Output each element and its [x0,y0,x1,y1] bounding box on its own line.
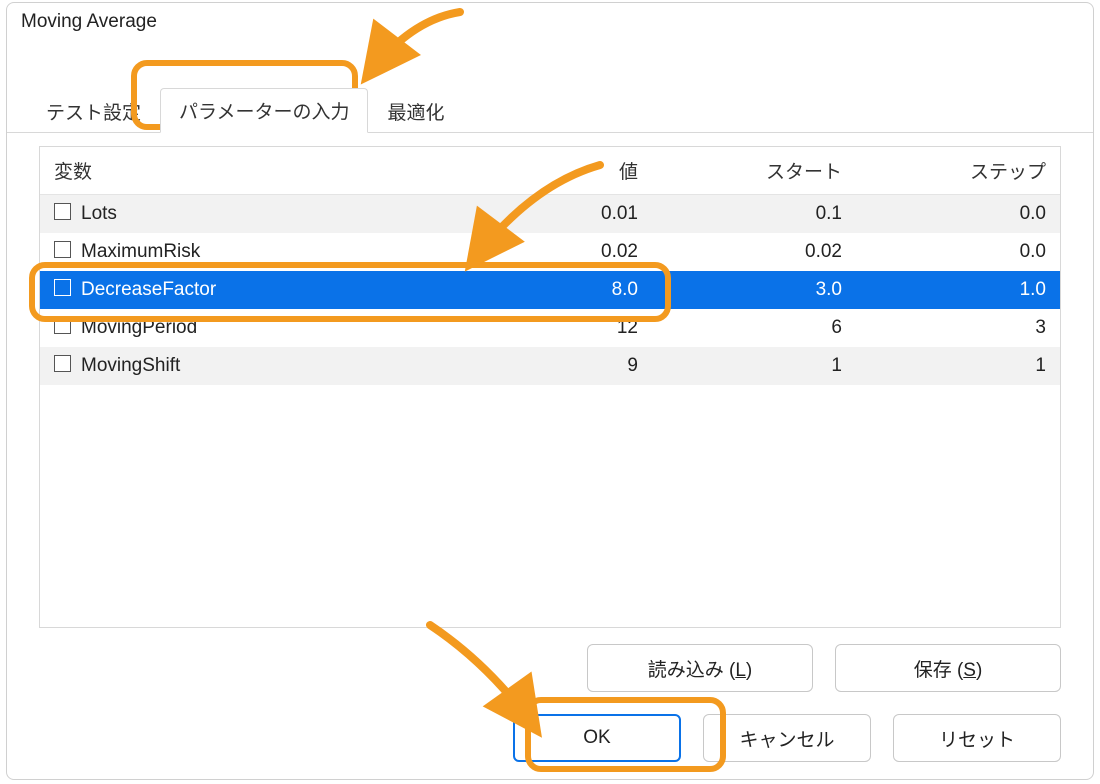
cell-value[interactable]: 8.0 [448,271,652,309]
variable-name: DecreaseFactor [81,279,216,300]
tab-parameter-input[interactable]: パラメーターの入力 [160,88,368,133]
cell-value[interactable]: 0.01 [448,195,652,234]
col-start[interactable]: スタート [652,147,856,195]
variable-name: MaximumRisk [81,241,200,262]
cell-step[interactable]: 1 [856,347,1060,385]
cell-start[interactable]: 1 [652,347,856,385]
cell-variable[interactable]: MovingShift [40,347,448,385]
cell-value[interactable]: 9 [448,347,652,385]
table-row[interactable]: DecreaseFactor 8.03.01.0 [40,271,1060,309]
cell-variable[interactable]: Lots [40,195,448,234]
parameters-table-container: 変数 値 スタート ステップ Lots0.010.10.0MaximumRisk… [39,146,1061,628]
reset-button[interactable]: リセット [893,714,1061,762]
table-row[interactable]: MovingPeriod 1263 [40,309,1060,347]
variable-name: Lots [81,203,117,224]
cell-start[interactable]: 3.0 [652,271,856,309]
cell-start[interactable]: 6 [652,309,856,347]
load-button[interactable]: 読み込み (L) [587,644,813,692]
button-row-top: 読み込み (L) 保存 (S) [587,644,1061,692]
parameters-table[interactable]: 変数 値 スタート ステップ Lots0.010.10.0MaximumRisk… [40,147,1060,385]
col-variable[interactable]: 変数 [40,147,448,195]
checkbox-icon[interactable] [54,317,71,334]
save-button-label: 保存 (S) [914,655,983,682]
cell-step[interactable]: 0.0 [856,195,1060,234]
table-row[interactable]: MovingShift911 [40,347,1060,385]
cell-step[interactable]: 1.0 [856,271,1060,309]
variable-name: MovingPeriod [81,317,197,338]
cell-start[interactable]: 0.1 [652,195,856,234]
cell-value[interactable]: 0.02 [448,233,652,271]
window-title: Moving Average [7,3,1093,37]
ok-button[interactable]: OK [513,714,681,762]
checkbox-icon[interactable] [54,241,71,258]
cell-step[interactable]: 0.0 [856,233,1060,271]
table-row[interactable]: MaximumRisk0.020.020.0 [40,233,1060,271]
col-step[interactable]: ステップ [856,147,1060,195]
save-button[interactable]: 保存 (S) [835,644,1061,692]
tab-test-settings[interactable]: テスト設定 [27,89,160,133]
table-row[interactable]: Lots 0.010.10.0 [40,195,1060,234]
cell-start[interactable]: 0.02 [652,233,856,271]
checkbox-icon[interactable] [54,203,71,220]
checkbox-icon[interactable] [54,355,71,372]
cell-variable[interactable]: MovingPeriod [40,309,448,347]
checkbox-icon[interactable] [54,279,71,296]
col-value[interactable]: 値 [448,147,652,195]
cell-value[interactable]: 12 [448,309,652,347]
cell-variable[interactable]: MaximumRisk [40,233,448,271]
load-button-label: 読み込み (L) [648,655,753,682]
cell-step[interactable]: 3 [856,309,1060,347]
variable-name: MovingShift [81,355,180,376]
button-row-bottom: OK キャンセル リセット [513,714,1061,762]
dialog-window: Moving Average テスト設定 パラメーターの入力 最適化 変数 値 … [6,2,1094,780]
tab-optimization[interactable]: 最適化 [368,89,463,133]
cancel-button[interactable]: キャンセル [703,714,871,762]
cell-variable[interactable]: DecreaseFactor [40,271,448,309]
tabstrip: テスト設定 パラメーターの入力 最適化 [7,37,1093,133]
